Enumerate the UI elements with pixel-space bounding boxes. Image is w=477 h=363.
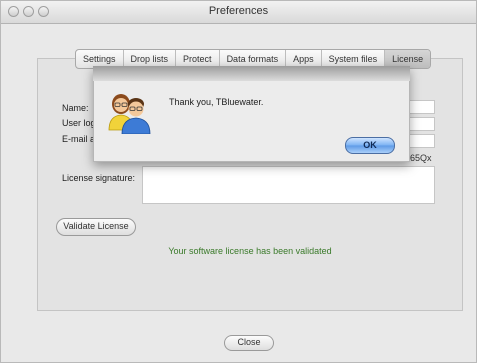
title-bar: Preferences	[1, 1, 476, 24]
email-label: E-mail a	[62, 134, 96, 144]
name-label: Name:	[62, 103, 89, 113]
validate-license-button[interactable]: Validate License	[56, 218, 136, 236]
license-key-text: 65Qx	[410, 153, 432, 163]
close-button[interactable]: Close	[224, 335, 274, 351]
license-signature-field[interactable]	[142, 166, 435, 204]
window-title: Preferences	[208, 5, 269, 17]
validation-status-message: Your software license has been validated	[168, 246, 332, 256]
ok-button[interactable]: OK	[345, 137, 395, 154]
alert-message: Thank you, TBluewater.	[169, 97, 264, 107]
user-login-label: User log	[62, 118, 96, 128]
alert-sheet-shadow	[93, 66, 410, 81]
users-icon	[105, 90, 153, 135]
license-signature-label: License signature:	[62, 173, 136, 183]
